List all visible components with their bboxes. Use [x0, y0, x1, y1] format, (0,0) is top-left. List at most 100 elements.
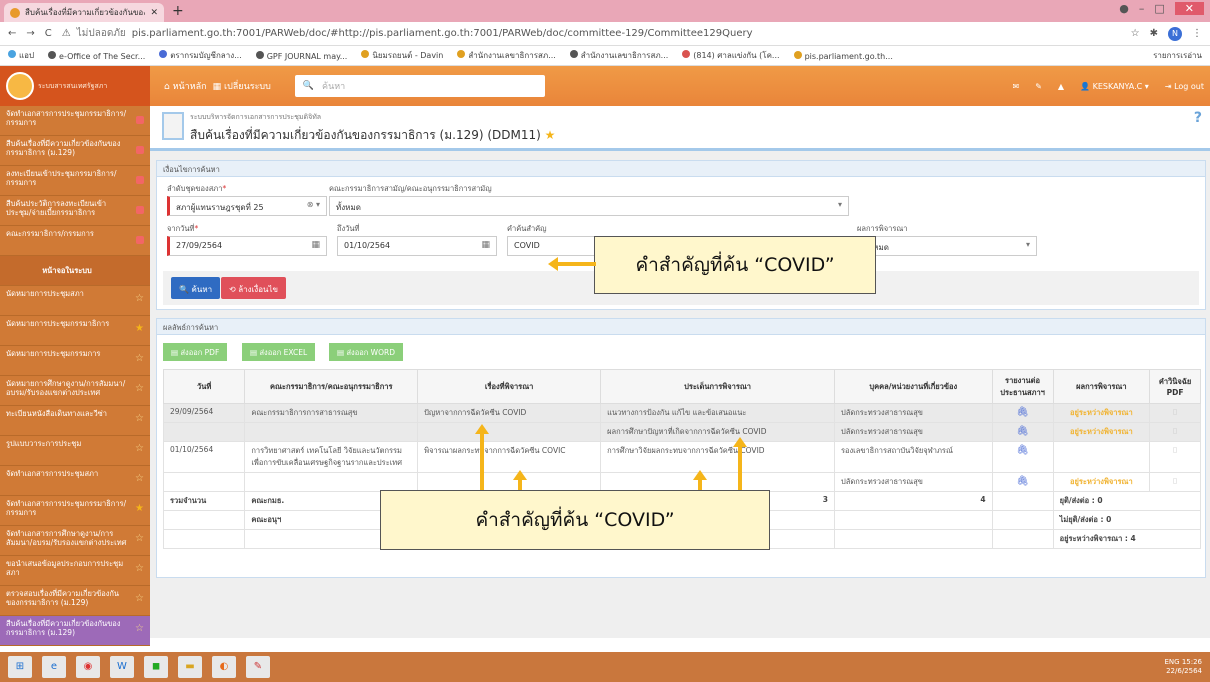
reload-icon[interactable]: C	[45, 28, 52, 39]
bookmark-item[interactable]: แอป	[8, 49, 34, 62]
attachment-icon[interactable]: 🖇	[991, 441, 1054, 473]
favorite-star-icon[interactable]: ☆	[135, 594, 144, 604]
browser-tab[interactable]: สืบค้นเรื่องที่มีความเกี่ยวข้องกันของกรร…	[4, 3, 164, 22]
menu-icon[interactable]: ⋮	[1192, 28, 1202, 39]
sidebar-item[interactable]: สืบค้นประวัติการลงทะเบียนเข้าประชุม/จ่าย…	[0, 196, 150, 226]
pdf-icon[interactable]: ▯	[1149, 422, 1201, 442]
pdf-icon[interactable]: ▯	[1149, 441, 1201, 473]
favorite-star-icon[interactable]: ★	[545, 128, 556, 142]
favorite-star-icon[interactable]: ☆	[135, 414, 144, 424]
sidebar-item[interactable]: ลงทะเบียนเข้าประชุมกรรมาธิการ/กรรมการ	[0, 166, 150, 196]
sidebar-item[interactable]: จัดทำเอกสารการประชุมกรรมาธิการ/กรรมการ	[0, 106, 150, 136]
col-committee[interactable]: คณะกรรมาธิการ/คณะอนุกรรมาธิการ	[244, 369, 419, 404]
bookmark-star-icon[interactable]: ☆	[1131, 28, 1140, 39]
favorite-star-icon[interactable]: ★	[135, 324, 144, 334]
sidebar-item[interactable]: หน้าจอในระบบ	[0, 256, 150, 286]
app-logo[interactable]: ระบบสารสนเทศรัฐสภา	[0, 66, 150, 106]
profile-avatar-icon[interactable]: N	[1168, 26, 1182, 41]
sidebar-item[interactable]: นัดหมายการศึกษาดูงาน/การสัมมนา/อบรม/รับร…	[0, 376, 150, 406]
table-row[interactable]: 29/09/2564 คณะกรรมาธิการการสาธารณสุข ปัญหา…	[162, 403, 1201, 423]
table-row[interactable]: ผลการศึกษาปัญหาที่เกิดจากการฉีดวัคซีน CO…	[162, 422, 1201, 442]
extensions-icon[interactable]: ✱	[1150, 28, 1158, 39]
sidebar-item[interactable]: สืบค้นเรื่องที่มีความเกี่ยวข้องกันของกรร…	[0, 616, 150, 646]
sidebar-item[interactable]: ขอนำเสนอข้อมูลประกอบการประชุมสภา ☆	[0, 556, 150, 586]
chrome-icon[interactable]: ◉	[76, 656, 100, 678]
collapse-icon[interactable]	[136, 116, 144, 124]
committee-select[interactable]: ทั้งหมด ▾	[329, 196, 849, 216]
sidebar-item[interactable]: นัดหมายการประชุมกรรมาธิการ ★	[0, 316, 150, 346]
bookmark-item[interactable]: (814) ศาลแข่งกัน (โค...	[682, 49, 780, 62]
home-button[interactable]: ⌂ หน้าหลัก	[164, 79, 207, 93]
forward-icon[interactable]: →	[26, 28, 34, 39]
line-icon[interactable]: ◼	[144, 656, 168, 678]
col-report[interactable]: รายงานต่อประธานสภาฯ	[991, 369, 1054, 404]
bookmark-item[interactable]: ตรากรมบัญชีกลาง...	[159, 49, 242, 62]
col-ruling[interactable]: คำวินิจฉัย PDF	[1149, 369, 1201, 404]
export-word-button[interactable]: ▤ ส่งออก WORD	[329, 343, 403, 361]
attachment-icon[interactable]: 🖇	[991, 403, 1054, 423]
pdf-icon[interactable]: ▯	[1149, 472, 1201, 492]
sidebar-item[interactable]: สืบค้นเรื่องที่มีความเกี่ยวข้องกันของกรร…	[0, 136, 150, 166]
sidebar-item[interactable]: รูปแบบวาระการประชุม ☆	[0, 436, 150, 466]
to-date-input[interactable]: 01/10/2564 ▦	[337, 236, 497, 256]
alert-icon[interactable]: ▲	[1058, 82, 1064, 91]
url-field[interactable]: ⚠ ไม่ปลอดภัย pis.parliament.go.th:7001/P…	[62, 26, 1121, 41]
header-search-input[interactable]: 🔍 ค้นหา	[294, 75, 545, 97]
collapse-icon[interactable]	[136, 236, 144, 244]
favorite-star-icon[interactable]: ☆	[135, 474, 144, 484]
from-date-input[interactable]: 27/09/2564 ▦	[167, 236, 327, 256]
bookmark-item[interactable]: นิยมรถยนต์ - Davin	[361, 49, 443, 62]
favorite-star-icon[interactable]: ☆	[135, 384, 144, 394]
sidebar-item[interactable]: นัดหมายการประชุมสภา ☆	[0, 286, 150, 316]
close-tab-icon[interactable]: ✕	[150, 8, 158, 18]
minimize-icon[interactable]: –	[1139, 2, 1145, 15]
word-icon[interactable]: W	[110, 656, 134, 678]
bookmark-item[interactable]: GPF JOURNAL may...	[255, 50, 347, 61]
result-select[interactable]: ทั้งหมด ▾	[857, 236, 1037, 256]
bookmark-item[interactable]: e-Office of The Secr...	[48, 50, 145, 61]
col-issue[interactable]: ประเด็นการพิจารณา	[600, 369, 835, 404]
favorite-star-icon[interactable]: ☆	[135, 294, 144, 304]
profile-icon[interactable]: ●	[1119, 2, 1129, 15]
logout-button[interactable]: ⇥ Log out	[1165, 82, 1204, 91]
col-result[interactable]: ผลการพิจารณา	[1052, 369, 1151, 404]
table-row[interactable]: 01/10/2564 การวิทยาศาสตร์ เทคโนโลยี วิจัย…	[162, 441, 1201, 473]
collapse-icon[interactable]	[136, 176, 144, 184]
sidebar-item[interactable]: จัดทำเอกสารการประชุมสภา ☆	[0, 466, 150, 496]
table-row[interactable]: ปลัดกระทรวงสาธารณสุข 🖇 อยู่ระหว่างพิจารณา ▯	[162, 472, 1201, 492]
close-window-icon[interactable]: ✕	[1174, 2, 1204, 15]
user-menu[interactable]: 👤 KESKANYA.C ▾	[1080, 82, 1149, 91]
collapse-icon[interactable]	[136, 206, 144, 214]
favorite-star-icon[interactable]: ★	[135, 504, 144, 514]
favorite-star-icon[interactable]: ☆	[135, 444, 144, 454]
bookmark-item[interactable]: สำนักงานเลขาธิการสภ...	[569, 49, 668, 62]
edit-icon[interactable]: ✎	[1035, 82, 1042, 91]
favorite-star-icon[interactable]: ☆	[135, 534, 144, 544]
reading-list[interactable]: รายการเรอ่าน	[1153, 49, 1202, 62]
sidebar-item[interactable]: จัดทำเอกสารการประชุมกรรมาธิการ/กรรมการ ★	[0, 496, 150, 526]
windows-start-icon[interactable]: ⊞	[8, 656, 32, 678]
sidebar-item[interactable]: ตรวจสอบเรื่องที่มีความเกี่ยวข้องกันของกร…	[0, 586, 150, 616]
inbox-icon[interactable]: ✉	[1013, 82, 1020, 91]
new-tab-icon[interactable]: +	[172, 3, 184, 19]
export-pdf-button[interactable]: ▤ ส่งออก PDF	[163, 343, 228, 361]
search-button[interactable]: 🔍 ค้นหา	[171, 277, 221, 299]
maximize-icon[interactable]: □	[1154, 2, 1164, 15]
clear-button[interactable]: ⟲ ล้างเงื่อนไข	[221, 277, 286, 299]
switch-system-button[interactable]: ▦ เปลี่ยนระบบ	[213, 79, 271, 93]
ie-icon[interactable]: e	[42, 656, 66, 678]
help-icon[interactable]: ?	[1194, 110, 1202, 126]
favorite-star-icon[interactable]: ☆	[135, 564, 144, 574]
favorite-star-icon[interactable]: ☆	[135, 624, 144, 634]
sidebar-item[interactable]: คณะกรรมาธิการ/กรรมการ	[0, 226, 150, 256]
back-icon[interactable]: ←	[8, 28, 16, 39]
favorite-star-icon[interactable]: ☆	[135, 354, 144, 364]
sidebar-item[interactable]: ทะเบียนหนังสือเดินทางและวีซ่า ☆	[0, 406, 150, 436]
sidebar-item[interactable]: นัดหมายการประชุมกรรมการ ☆	[0, 346, 150, 376]
collapse-icon[interactable]	[136, 146, 144, 154]
system-tray[interactable]: ENG 15:26 22/6/2564	[1164, 658, 1210, 676]
export-excel-button[interactable]: ▤ ส่งออก EXCEL	[242, 343, 316, 361]
col-date[interactable]: วันที่	[162, 369, 246, 404]
col-agency[interactable]: บุคคล/หน่วยงานที่เกี่ยวข้อง	[833, 369, 993, 404]
sidebar-item[interactable]: จัดทำเอกสารการศึกษาดูงาน/การสัมมนา/อบรม/…	[0, 526, 150, 556]
